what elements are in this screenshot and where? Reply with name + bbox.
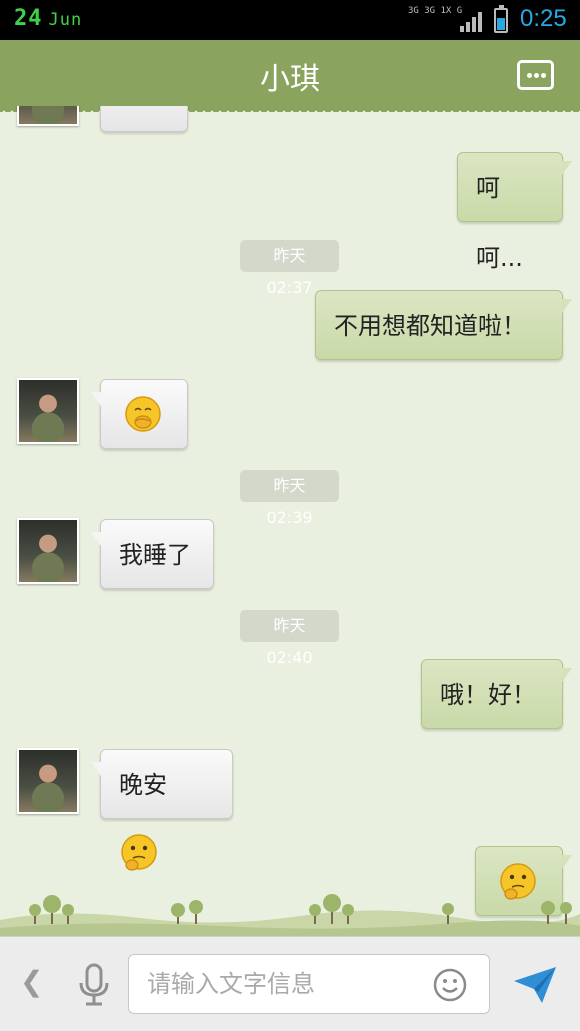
more-icon[interactable]	[517, 60, 554, 90]
message-input[interactable]	[147, 967, 427, 1001]
message-text: 我睡了	[119, 541, 191, 569]
smiley-icon[interactable]	[433, 968, 467, 1002]
avatar[interactable]	[17, 518, 79, 584]
status-time: 0:25	[520, 5, 567, 32]
message-bubble[interactable]: 呵呵...	[457, 152, 572, 272]
title-bar: 小琪	[0, 40, 580, 112]
message-bubble[interactable]: 哦！好！	[421, 659, 572, 729]
avatar[interactable]	[17, 106, 79, 126]
timestamp: 昨天 02:39	[240, 470, 339, 527]
shy-smile-emoji	[125, 396, 161, 432]
back-icon[interactable]: ❮	[20, 965, 43, 998]
background-scenery	[0, 894, 580, 936]
input-bar: ❮	[0, 936, 580, 1031]
chat-area[interactable]: 呵呵... 昨天 02:37 不用想都知道啦！ 昨天 02:39 我睡了 昨天 …	[0, 106, 580, 936]
thinking-emoji	[121, 834, 157, 871]
avatar[interactable]	[17, 748, 79, 814]
message-text: 不用想都知道啦！	[334, 312, 526, 340]
message-text: 哦！好！	[440, 681, 536, 709]
message-input-box[interactable]	[128, 954, 490, 1014]
signal-icon	[460, 12, 482, 32]
message-bubble[interactable]: 晚安	[91, 749, 233, 871]
avatar[interactable]	[17, 378, 79, 444]
status-bar: 24 Jun 3G 3G 1X G 0:25	[0, 0, 580, 40]
message-text: 晚安	[119, 771, 167, 799]
microphone-icon[interactable]	[74, 963, 114, 1007]
contact-name: 小琪	[260, 62, 320, 97]
battery-icon	[494, 5, 508, 33]
message-bubble[interactable]	[100, 106, 188, 132]
send-icon[interactable]	[512, 965, 558, 1005]
message-text: 呵呵...	[476, 174, 523, 272]
message-bubble[interactable]	[91, 379, 188, 449]
message-bubble[interactable]: 不用想都知道啦！	[315, 290, 572, 360]
status-date: 24 Jun	[14, 6, 83, 31]
timestamp: 昨天 02:37	[240, 240, 339, 297]
network-indicator: 3G 3G 1X G	[408, 6, 463, 16]
message-bubble[interactable]: 我睡了	[91, 519, 214, 589]
timestamp: 昨天 02:40	[240, 610, 339, 667]
